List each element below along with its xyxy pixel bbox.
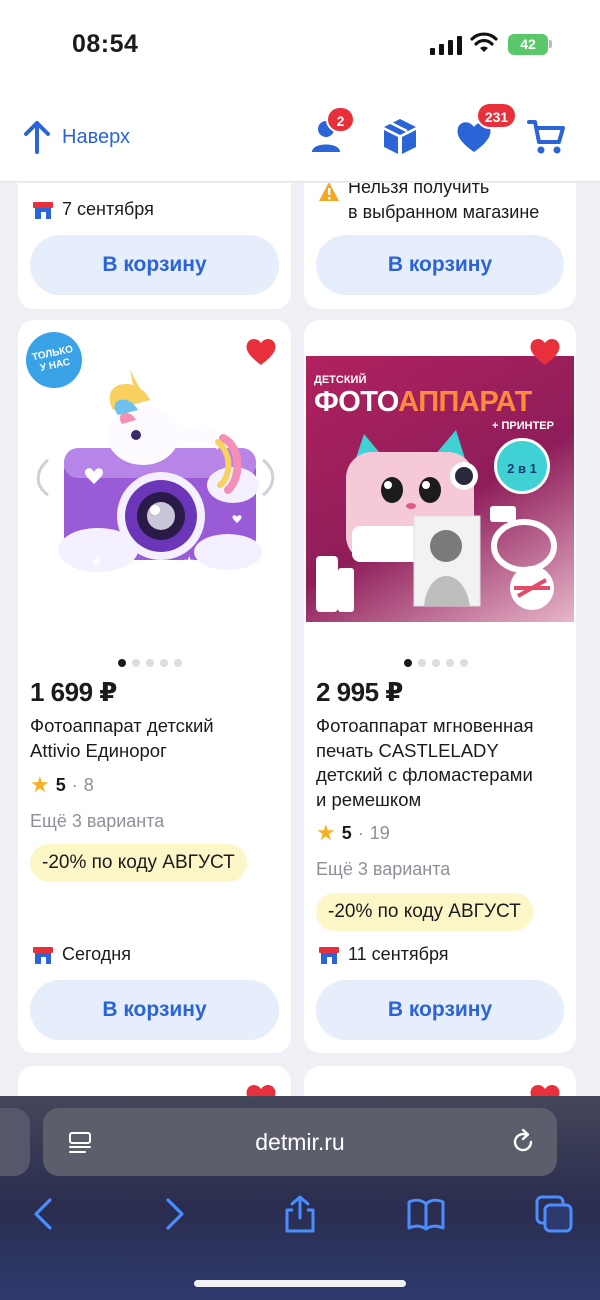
product-image-photo-printer-camera[interactable]: ДЕТСКИЙ ФОТОАППАРАТ + ПРИНТЕР 2 в 1 bbox=[306, 356, 574, 622]
product-card[interactable]: ДЕТСКИЙ ФОТОАППАРАТ + ПРИНТЕР 2 в 1 2 99… bbox=[304, 320, 576, 1053]
cart-icon bbox=[527, 120, 565, 154]
promo-code-badge: -20% по коду АВГУСТ bbox=[316, 893, 533, 931]
cellular-signal-icon bbox=[430, 35, 462, 55]
delivery-info: 7 сентября bbox=[32, 199, 154, 220]
product-title[interactable]: Фотоаппарат мгновенная печать CASTLELADY… bbox=[316, 714, 571, 812]
product-title-line: детский с фломастерами bbox=[316, 764, 533, 785]
review-count: 8 bbox=[83, 774, 94, 795]
orders-button[interactable] bbox=[380, 116, 420, 156]
store-icon bbox=[33, 946, 53, 964]
favorite-heart-icon[interactable] bbox=[528, 336, 562, 366]
top-navigation-bar: Наверх 2 231 bbox=[0, 90, 600, 182]
product-title-line: Фотоаппарат мгновенная bbox=[316, 715, 534, 736]
product-card[interactable]: ★ ★ ТОЛЬКО У НАС 1 699 ₽ Фотоаппарат дет… bbox=[18, 320, 291, 1053]
profile-badge: 2 bbox=[326, 106, 355, 133]
favorites-badge: 231 bbox=[476, 102, 517, 129]
more-variants-link[interactable]: Ещё 3 варианта bbox=[316, 859, 450, 880]
product-price: 2 995 ₽ bbox=[316, 677, 403, 707]
arrow-up-icon bbox=[24, 121, 50, 154]
product-rating: ★ 5 · 8 bbox=[30, 772, 94, 798]
reload-icon[interactable] bbox=[509, 1128, 537, 1156]
box-icon bbox=[384, 119, 416, 154]
rating-value: 5 bbox=[341, 822, 352, 843]
product-title-line: и ремешком bbox=[316, 788, 422, 810]
warning-icon bbox=[319, 183, 339, 201]
previous-tab-preview[interactable] bbox=[0, 1108, 30, 1176]
status-time: 08:54 bbox=[72, 30, 139, 58]
svg-text:★: ★ bbox=[90, 553, 103, 569]
scroll-to-top-label: Наверх bbox=[62, 125, 130, 148]
battery-tip bbox=[549, 40, 552, 48]
home-indicator[interactable] bbox=[194, 1280, 406, 1287]
battery-indicator: 42 bbox=[508, 34, 548, 55]
rating-separator: · bbox=[357, 822, 364, 843]
url-text: detmir.ru bbox=[255, 1129, 345, 1155]
add-to-cart-button[interactable]: В корзину bbox=[316, 235, 564, 295]
product-rating: ★ 5 · 19 bbox=[316, 820, 390, 846]
warning-line-2: в выбранном магазине bbox=[348, 202, 540, 222]
product-card-prev-left: 7 сентября В корзину bbox=[18, 183, 291, 309]
image-carousel-dots[interactable] bbox=[118, 659, 182, 667]
share-icon[interactable] bbox=[280, 1194, 320, 1234]
product-card-prev-right: Нельзя получить в выбранном магазине В к… bbox=[304, 183, 576, 309]
review-count: 19 bbox=[369, 822, 390, 843]
product-price: 1 699 ₽ bbox=[30, 677, 117, 707]
delivery-date: Сегодня bbox=[62, 944, 131, 964]
address-bar[interactable]: detmir.ru bbox=[43, 1108, 557, 1176]
more-variants-link[interactable]: Ещё 3 варианта bbox=[30, 811, 164, 832]
promo-code-badge: -20% по коду АВГУСТ bbox=[30, 844, 247, 882]
tabs-icon[interactable] bbox=[534, 1194, 574, 1234]
wifi-icon bbox=[470, 32, 498, 52]
delivery-info: Сегодня bbox=[32, 944, 131, 965]
delivery-info: 11 сентября bbox=[318, 944, 449, 965]
store-icon bbox=[33, 201, 53, 219]
product-title-line: Attivio Единорог bbox=[30, 739, 167, 761]
camera-illustration bbox=[316, 430, 557, 612]
delivery-date: 7 сентября bbox=[62, 199, 154, 219]
store-icon bbox=[319, 946, 339, 964]
product-title[interactable]: Фотоаппарат детский Attivio Единорог bbox=[30, 714, 285, 763]
image-carousel-dots[interactable] bbox=[404, 659, 468, 667]
pickup-warning: Нельзя получить в выбранном магазине bbox=[318, 183, 539, 225]
product-title-line: Фотоаппарат детский bbox=[30, 715, 214, 736]
svg-text:★: ★ bbox=[183, 553, 196, 569]
forward-icon[interactable] bbox=[154, 1194, 194, 1234]
product-title-line: печать CASTLELADY bbox=[316, 739, 499, 761]
rating-separator: · bbox=[71, 774, 78, 795]
warning-line-1: Нельзя получить bbox=[348, 183, 490, 197]
browser-toolbar: detmir.ru bbox=[0, 1096, 600, 1300]
add-to-cart-button[interactable]: В корзину bbox=[316, 980, 564, 1040]
cart-button[interactable] bbox=[527, 116, 567, 156]
scroll-to-top-button[interactable]: Наверх bbox=[22, 120, 130, 154]
star-icon: ★ bbox=[30, 772, 50, 797]
star-icon: ★ bbox=[316, 820, 336, 845]
rating-value: 5 bbox=[55, 774, 66, 795]
delivery-date: 11 сентября bbox=[348, 944, 449, 964]
bookmarks-icon[interactable] bbox=[406, 1194, 446, 1234]
add-to-cart-button[interactable]: В корзину bbox=[30, 235, 279, 295]
add-to-cart-button[interactable]: В корзину bbox=[30, 980, 279, 1040]
favorite-heart-icon[interactable] bbox=[244, 336, 278, 366]
back-icon[interactable] bbox=[24, 1194, 64, 1234]
status-bar: 08:54 42 bbox=[0, 0, 600, 90]
